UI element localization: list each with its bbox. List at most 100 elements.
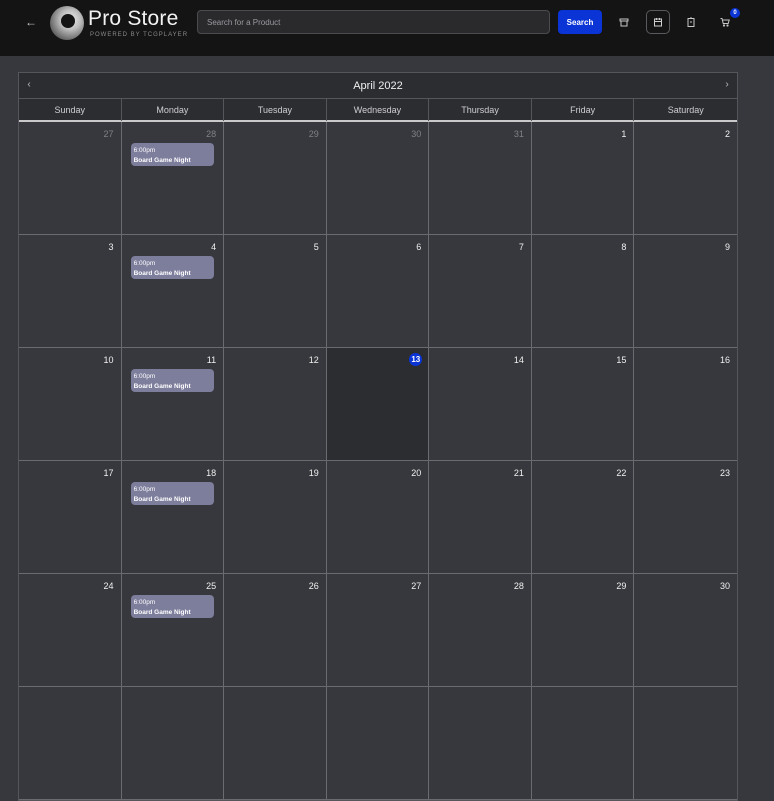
calendar-day-cell[interactable]: 15 bbox=[532, 348, 635, 460]
calendar-event[interactable]: 6:00pm Board Game Night bbox=[130, 482, 214, 505]
cart-icon bbox=[720, 18, 730, 27]
calendar-header: ‹ April 2022 › bbox=[19, 73, 737, 99]
day-number[interactable]: 4 bbox=[211, 242, 216, 252]
day-number[interactable]: 1 bbox=[621, 129, 626, 139]
day-number[interactable]: 22 bbox=[616, 468, 626, 478]
day-number[interactable]: 29 bbox=[309, 129, 319, 139]
calendar-day-cell[interactable]: 24 bbox=[19, 574, 122, 686]
calendar-day-cell[interactable]: 18 6:00pm Board Game Night bbox=[122, 461, 225, 573]
calendar-day-cell[interactable]: 30 bbox=[634, 574, 737, 686]
day-number[interactable]: 25 bbox=[206, 581, 216, 591]
calendar-day-cell[interactable] bbox=[224, 687, 327, 799]
event-title: Board Game Night bbox=[133, 609, 191, 616]
calendar-day-cell[interactable] bbox=[532, 687, 635, 799]
day-number[interactable]: 9 bbox=[725, 242, 730, 252]
calendar-day-cell[interactable]: 10 bbox=[19, 348, 122, 460]
calendar-day-cell[interactable] bbox=[327, 687, 430, 799]
day-number[interactable]: 20 bbox=[411, 468, 421, 478]
calendar-event[interactable]: 6:00pm Board Game Night bbox=[130, 369, 214, 392]
calendar-day-cell[interactable]: 6 bbox=[327, 235, 430, 347]
search-input[interactable] bbox=[197, 10, 550, 34]
day-number[interactable]: 28 bbox=[514, 581, 524, 591]
calendar-grid: 27 28 6:00pm Board Game Night 29 30 31 1 2 3 4 6:00… bbox=[19, 122, 737, 800]
calendar-day-cell[interactable]: 23 bbox=[634, 461, 737, 573]
day-number[interactable]: 18 bbox=[206, 468, 216, 478]
calendar-day-cell[interactable]: 29 bbox=[532, 574, 635, 686]
day-number[interactable]: 30 bbox=[411, 129, 421, 139]
day-number[interactable]: 26 bbox=[309, 581, 319, 591]
calendar-day-cell[interactable]: 30 bbox=[327, 122, 430, 234]
day-number[interactable]: 12 bbox=[309, 355, 319, 365]
calendar-day-cell[interactable] bbox=[429, 687, 532, 799]
day-number[interactable]: 16 bbox=[720, 355, 730, 365]
calendar-day-cell[interactable]: 9 bbox=[634, 235, 737, 347]
day-number[interactable]: 2 bbox=[725, 129, 730, 139]
day-number[interactable]: 14 bbox=[514, 355, 524, 365]
calendar-day-cell[interactable]: 19 bbox=[224, 461, 327, 573]
calendar-day-cell[interactable]: 27 bbox=[327, 574, 430, 686]
calendar-day-cell[interactable]: 29 bbox=[224, 122, 327, 234]
calendar-event[interactable]: 6:00pm Board Game Night bbox=[130, 143, 214, 166]
calendar-day-cell[interactable]: 8 bbox=[532, 235, 635, 347]
calendar-event[interactable]: 6:00pm Board Game Night bbox=[130, 256, 214, 279]
day-number[interactable]: 24 bbox=[104, 581, 114, 591]
calendar-day-cell[interactable]: 11 6:00pm Board Game Night bbox=[122, 348, 225, 460]
calendar-day-cell[interactable]: 2 bbox=[634, 122, 737, 234]
calendar-day-cell[interactable]: 1 bbox=[532, 122, 635, 234]
calendar-day-cell[interactable]: 17 bbox=[19, 461, 122, 573]
weekday-header-row: Sunday Monday Tuesday Wednesday Thursday Frid… bbox=[19, 99, 737, 122]
day-number[interactable]: 11 bbox=[207, 355, 216, 365]
calendar-day-cell[interactable]: 31 bbox=[429, 122, 532, 234]
day-number[interactable]: 31 bbox=[514, 129, 524, 139]
calendar-icon bbox=[654, 18, 662, 27]
calendar-day-cell[interactable]: 21 bbox=[429, 461, 532, 573]
day-number[interactable]: 27 bbox=[104, 129, 114, 139]
orders-button[interactable] bbox=[679, 10, 703, 34]
pro-store-logo-icon[interactable] bbox=[50, 6, 84, 40]
clipboard-icon bbox=[687, 17, 695, 27]
cart-count-badge: 0 bbox=[730, 8, 740, 18]
day-number[interactable]: 30 bbox=[720, 581, 730, 591]
calendar-day-cell[interactable]: 28 6:00pm Board Game Night bbox=[122, 122, 225, 234]
day-number[interactable]: 3 bbox=[109, 242, 114, 252]
calendar-day-cell[interactable] bbox=[122, 687, 225, 799]
storefront-icon bbox=[619, 18, 629, 27]
next-month-button[interactable]: › bbox=[721, 79, 733, 90]
back-arrow-icon[interactable]: ← bbox=[24, 14, 38, 30]
day-number[interactable]: 6 bbox=[416, 242, 421, 252]
calendar-day-cell[interactable]: 4 6:00pm Board Game Night bbox=[122, 235, 225, 347]
day-number[interactable]: 29 bbox=[616, 581, 626, 591]
day-number[interactable]: 15 bbox=[616, 355, 626, 365]
day-number[interactable]: 10 bbox=[104, 355, 114, 365]
day-number[interactable]: 19 bbox=[309, 468, 319, 478]
calendar-day-cell-today[interactable]: 13 bbox=[326, 348, 430, 460]
calendar-week-row: 24 25 6:00pm Board Game Night 26 27 28 29 30 bbox=[19, 574, 737, 687]
calendar-day-cell[interactable]: 22 bbox=[532, 461, 635, 573]
calendar-day-cell[interactable] bbox=[19, 687, 122, 799]
day-number[interactable]: 27 bbox=[411, 581, 421, 591]
calendar-event[interactable]: 6:00pm Board Game Night bbox=[130, 595, 214, 618]
calendar-day-cell[interactable]: 14 bbox=[429, 348, 532, 460]
calendar-day-cell[interactable]: 28 bbox=[429, 574, 532, 686]
calendar-day-cell[interactable]: 26 bbox=[224, 574, 327, 686]
calendar-day-cell[interactable]: 16 bbox=[634, 348, 737, 460]
calendar-day-cell[interactable]: 12 bbox=[224, 348, 327, 460]
calendar-day-cell[interactable]: 20 bbox=[327, 461, 430, 573]
day-number[interactable]: 28 bbox=[206, 129, 216, 139]
calendar-button[interactable] bbox=[646, 10, 670, 34]
day-number[interactable]: 17 bbox=[104, 468, 114, 478]
calendar-day-cell[interactable]: 27 bbox=[19, 122, 122, 234]
storefront-button[interactable] bbox=[612, 10, 636, 34]
calendar-day-cell[interactable]: 3 bbox=[19, 235, 122, 347]
today-date-badge[interactable]: 13 bbox=[409, 353, 423, 366]
day-number[interactable]: 5 bbox=[314, 242, 319, 252]
day-number[interactable]: 7 bbox=[519, 242, 524, 252]
day-number[interactable]: 21 bbox=[514, 468, 524, 478]
search-button[interactable]: Search bbox=[558, 10, 602, 34]
calendar-day-cell[interactable] bbox=[634, 687, 737, 799]
day-number[interactable]: 23 bbox=[720, 468, 730, 478]
calendar-day-cell[interactable]: 5 bbox=[224, 235, 327, 347]
day-number[interactable]: 8 bbox=[621, 242, 626, 252]
calendar-day-cell[interactable]: 7 bbox=[429, 235, 532, 347]
calendar-day-cell[interactable]: 25 6:00pm Board Game Night bbox=[122, 574, 225, 686]
